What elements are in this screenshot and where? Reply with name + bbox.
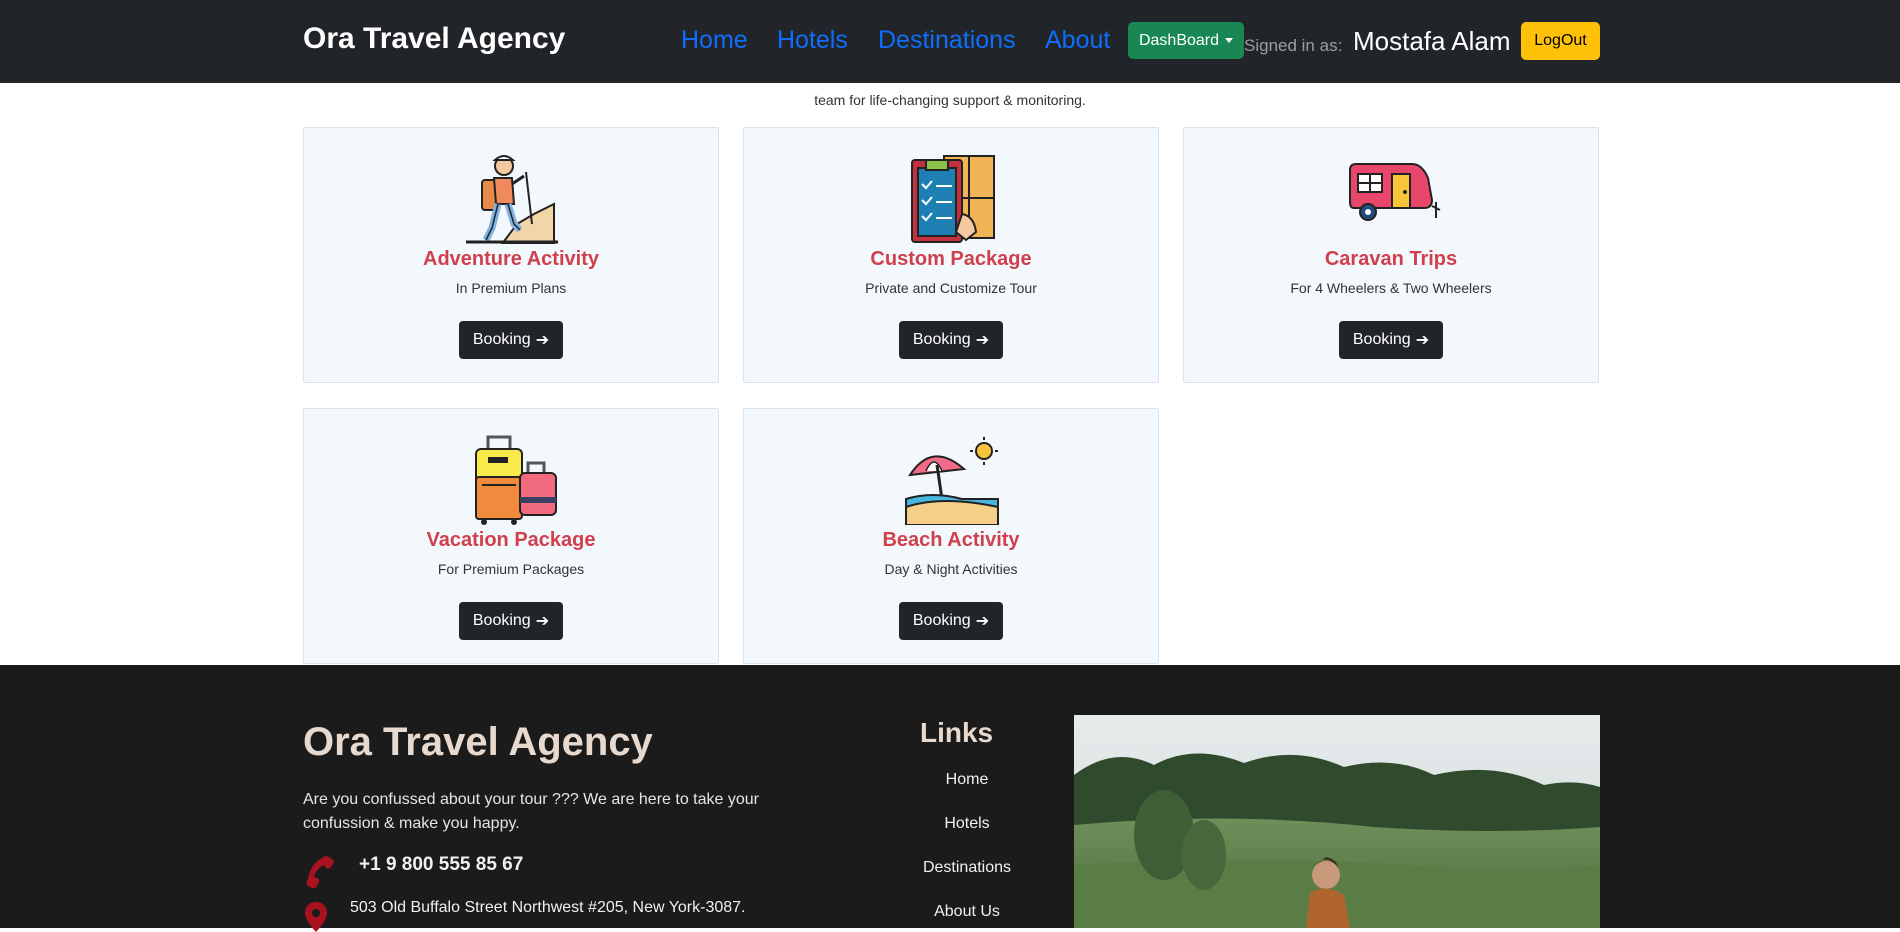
card-title: Beach Activity xyxy=(882,529,1020,551)
nav-link-about[interactable]: About xyxy=(1045,26,1110,55)
service-card-custom-package: Custom Package Private and Customize Tou… xyxy=(743,127,1159,383)
service-card-beach: Beach Activity Day & Night Activities Bo… xyxy=(743,408,1159,664)
user-name: Mostafa Alam xyxy=(1353,26,1511,56)
card-title: Adventure Activity xyxy=(423,248,599,270)
phone-icon xyxy=(306,856,334,889)
card-subtitle: In Premium Plans xyxy=(455,280,567,296)
nav-link-hotels[interactable]: Hotels xyxy=(777,26,848,55)
caravan-icon xyxy=(1349,163,1441,221)
logout-button[interactable]: LogOut xyxy=(1521,22,1600,60)
footer-link-hotels[interactable]: Hotels xyxy=(908,815,1026,833)
dashboard-label: DashBoard xyxy=(1138,31,1220,49)
service-card-vacation: Vacation Package For Premium Packages Bo… xyxy=(303,408,719,664)
card-title: Caravan Trips xyxy=(1324,248,1458,270)
footer: Ora Travel Agency Are you confussed abou… xyxy=(0,665,1900,932)
service-card-caravan: Caravan Trips For 4 Wheelers & Two Wheel… xyxy=(1183,127,1599,383)
hiker-icon xyxy=(466,155,558,244)
card-title: Vacation Package xyxy=(426,529,596,551)
card-subtitle: Private and Customize Tour xyxy=(865,280,1037,296)
footer-travel-photo xyxy=(1074,715,1600,928)
clipboard-boxes-icon xyxy=(911,155,995,243)
booking-label: Booking xyxy=(472,612,531,629)
signed-in-label: Signed in as: xyxy=(1244,36,1343,55)
card-subtitle: For Premium Packages xyxy=(437,561,585,577)
service-card-adventure: Adventure Activity In Premium Plans Book… xyxy=(303,127,719,383)
footer-link-destinations[interactable]: Destinations xyxy=(908,859,1026,877)
booking-button[interactable]: Booking ➔ xyxy=(1339,321,1443,359)
arrow-right-icon: ➔ xyxy=(1415,332,1430,349)
navbar: Ora Travel Agency Home Hotels Destinatio… xyxy=(0,0,1900,83)
intro-text: team for life-changing support & monitor… xyxy=(814,92,1086,108)
footer-address: 503 Old Buffalo Street Northwest #205, N… xyxy=(350,899,746,916)
caret-down-icon xyxy=(1225,38,1234,43)
booking-label: Booking xyxy=(912,612,971,629)
booking-button[interactable]: Booking ➔ xyxy=(459,321,563,359)
nav-link-destinations[interactable]: Destinations xyxy=(878,26,1016,55)
card-subtitle: Day & Night Activities xyxy=(884,561,1018,577)
footer-link-home[interactable]: Home xyxy=(908,771,1026,789)
navbar-brand[interactable]: Ora Travel Agency xyxy=(303,22,565,56)
arrow-right-icon: ➔ xyxy=(535,613,550,630)
arrow-right-icon: ➔ xyxy=(975,332,990,349)
card-title: Custom Package xyxy=(870,248,1032,270)
dashboard-dropdown-button[interactable]: DashBoard xyxy=(1128,22,1244,59)
footer-links-title: Links xyxy=(920,717,994,748)
booking-button[interactable]: Booking ➔ xyxy=(899,321,1003,359)
booking-label: Booking xyxy=(472,331,531,348)
card-subtitle: For 4 Wheelers & Two Wheelers xyxy=(1290,280,1492,296)
arrow-right-icon: ➔ xyxy=(535,332,550,349)
booking-label: Booking xyxy=(1352,331,1411,348)
footer-link-about-us[interactable]: About Us xyxy=(908,903,1026,921)
footer-brand: Ora Travel Agency xyxy=(303,720,653,764)
footer-about-text: Are you confussed about your tour ??? We… xyxy=(303,791,759,832)
luggage-icon xyxy=(475,435,557,525)
booking-button[interactable]: Booking ➔ xyxy=(899,602,1003,640)
booking-button[interactable]: Booking ➔ xyxy=(459,602,563,640)
booking-label: Booking xyxy=(912,331,971,348)
beach-umbrella-icon xyxy=(905,437,999,525)
footer-phone: +1 9 800 555 85 67 xyxy=(359,854,524,875)
arrow-right-icon: ➔ xyxy=(975,613,990,630)
nav-link-home[interactable]: Home xyxy=(681,26,748,55)
